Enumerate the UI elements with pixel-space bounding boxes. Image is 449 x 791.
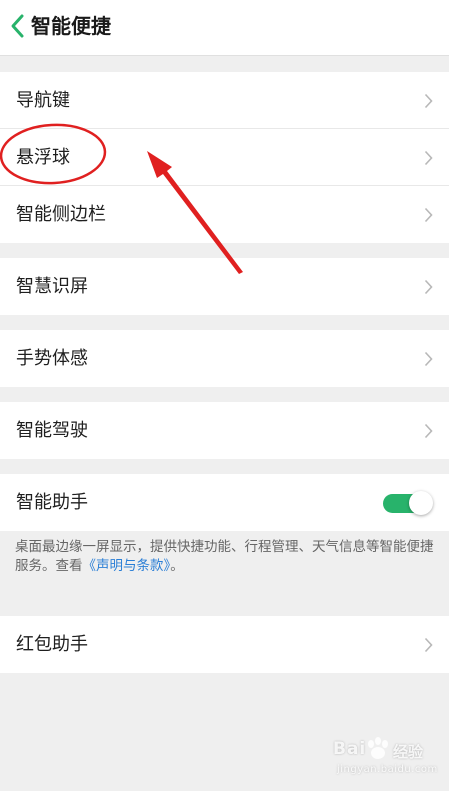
- row-label: 导航键: [16, 90, 70, 111]
- settings-group-screen-recognition: 智慧识屏: [0, 258, 449, 315]
- row-red-packet-assistant[interactable]: 红包助手: [0, 616, 449, 673]
- assistant-description: 桌面最边缘一屏显示，提供快捷功能、行程管理、天气信息等智能便捷服务。查看《声明与…: [15, 538, 440, 576]
- row-label: 手势体感: [16, 348, 88, 369]
- watermark-domain: jingyan.baidu.com: [337, 764, 438, 775]
- terms-link[interactable]: 《声明与条款》: [83, 558, 171, 574]
- watermark-brand: Bai: [333, 739, 367, 759]
- row-gestures-motion[interactable]: 手势体感: [0, 330, 449, 387]
- chevron-right-icon: [424, 637, 433, 653]
- row-smart-sidebar[interactable]: 智能侧边栏: [0, 186, 449, 243]
- top-bar: 智能便捷: [0, 0, 449, 56]
- row-label: 智能驾驶: [16, 420, 88, 441]
- assistant-toggle[interactable]: [383, 491, 433, 515]
- baidu-jingyan-watermark: Bai 经验 jingyan.baidu.com: [333, 737, 441, 783]
- settings-group-driving: 智能驾驶: [0, 402, 449, 459]
- row-navigation-keys[interactable]: 导航键: [0, 72, 449, 129]
- chevron-right-icon: [424, 150, 433, 166]
- page-title: 智能便捷: [31, 14, 111, 38]
- row-smart-driving[interactable]: 智能驾驶: [0, 402, 449, 459]
- chevron-right-icon: [424, 93, 433, 109]
- assistant-description-text: 桌面最边缘一屏显示，提供快捷功能、行程管理、天气信息等智能便捷服务。查看: [15, 539, 434, 574]
- chevron-right-icon: [424, 351, 433, 367]
- watermark-jingyan: 经验: [393, 743, 424, 761]
- assistant-description-suffix: 。: [170, 558, 184, 574]
- row-floating-ball[interactable]: 悬浮球: [0, 129, 449, 186]
- chevron-right-icon: [424, 279, 433, 295]
- chevron-right-icon: [424, 207, 433, 223]
- settings-group-red-packet: 红包助手: [0, 616, 449, 673]
- row-smart-assistant: 智能助手: [0, 474, 449, 531]
- row-label: 智慧识屏: [16, 276, 88, 297]
- paw-icon: [368, 737, 388, 759]
- row-label: 智能侧边栏: [16, 204, 106, 225]
- settings-group-assistant: 智能助手: [0, 474, 449, 531]
- chevron-right-icon: [424, 423, 433, 439]
- settings-group-gestures: 手势体感: [0, 330, 449, 387]
- settings-group-navigation: 导航键 悬浮球 智能侧边栏: [0, 72, 449, 243]
- row-label: 智能助手: [16, 492, 88, 513]
- row-smart-screen-recognition[interactable]: 智慧识屏: [0, 258, 449, 315]
- toggle-knob: [409, 491, 433, 515]
- chevron-left-icon[interactable]: [9, 13, 27, 39]
- row-label: 悬浮球: [16, 147, 70, 168]
- row-label: 红包助手: [16, 634, 88, 655]
